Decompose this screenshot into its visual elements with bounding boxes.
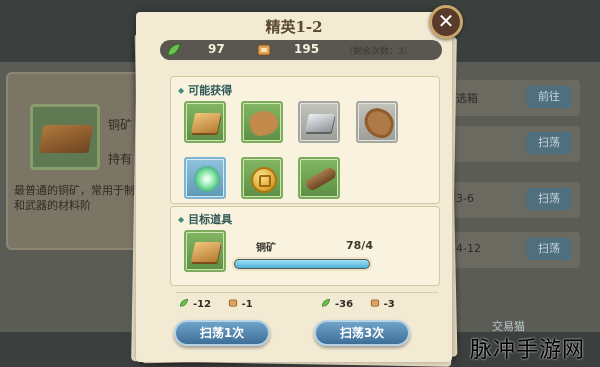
target-item-name: 铜矿 <box>256 243 276 254</box>
drop-slot-gold-coin[interactable] <box>241 157 283 199</box>
divider <box>176 292 438 293</box>
drop-slot-crystal-flower[interactable] <box>184 157 226 199</box>
close-icon[interactable]: ✕ <box>429 5 463 39</box>
stage-label: 3-6 <box>456 192 474 205</box>
sweep-once-button[interactable]: 扫荡1次 <box>174 320 270 346</box>
ticket-value: 195 <box>294 42 320 56</box>
scroll-ticket-icon <box>370 299 379 307</box>
target-progress-bar <box>232 257 372 271</box>
sweep-button[interactable]: 扫荡 <box>526 188 572 210</box>
target-progress-fill <box>235 260 369 268</box>
copper-ingot-icon <box>190 113 222 133</box>
scroll-ticket-icon <box>257 44 271 56</box>
copper-ingot-icon <box>190 242 222 262</box>
drop-slot-copper-ingot[interactable] <box>184 101 226 143</box>
green-leaf-icon <box>167 43 181 56</box>
background-item-name: 铜矿 <box>108 118 133 132</box>
background-item-tag: 持有 <box>108 152 133 166</box>
drop-slot-wood-log[interactable] <box>298 157 340 199</box>
background-stage-row: 选箱 前往 <box>450 80 580 116</box>
scroll-ticket-icon <box>228 299 237 307</box>
sweep-thrice-ticket-cost: -3 <box>383 299 395 310</box>
watermark-text: 脉冲手游网 <box>470 338 586 363</box>
goto-button[interactable]: 前往 <box>526 86 572 108</box>
sweep-thrice-cost: -36 -3 <box>320 298 395 310</box>
background-stage-row: 4-12 扫荡 <box>450 232 580 268</box>
sweep-once-ticket-cost: -1 <box>241 299 253 310</box>
green-leaf-icon <box>179 298 189 307</box>
drop-slot-animal-hide[interactable] <box>356 101 398 143</box>
stamina-value: 97 <box>208 42 225 56</box>
animal-hide-icon <box>360 104 398 142</box>
leather-icon <box>247 107 281 139</box>
sweep-once-cost: -12 -1 <box>178 298 253 310</box>
drop-slot-silver-ingot[interactable] <box>298 101 340 143</box>
stage-label: 选箱 <box>456 92 478 105</box>
possible-drops-header: 可能获得 <box>178 82 232 98</box>
target-item-header: 目标道具 <box>178 211 232 227</box>
target-item-slot[interactable] <box>184 230 226 272</box>
dialog-title: 精英1-2 <box>265 18 323 36</box>
silver-ingot-icon <box>305 114 335 132</box>
target-item-count: 78/4 <box>346 239 373 252</box>
wood-log-icon <box>304 165 338 193</box>
green-leaf-icon <box>321 298 331 307</box>
sweep-thrice-button[interactable]: 扫荡3次 <box>314 320 410 346</box>
background-copper-ingot-icon <box>30 104 100 170</box>
sweep-thrice-stamina-cost: -36 <box>335 299 354 310</box>
sweep-once-stamina-cost: -12 <box>193 299 212 310</box>
sweep-button[interactable]: 扫荡 <box>526 132 572 154</box>
drop-slot-leather[interactable] <box>241 101 283 143</box>
remaining-attempts: （剩余次数：3） <box>344 47 413 57</box>
background-stage-row: 3-6 扫荡 <box>450 182 580 218</box>
sweep-button[interactable]: 扫荡 <box>526 238 572 260</box>
stage-label: 4-12 <box>456 242 481 255</box>
crystal-flower-icon <box>194 166 220 192</box>
background-stage-row: 扫荡 <box>450 126 580 162</box>
gold-coin-icon <box>251 167 277 193</box>
background-stage-list: 选箱 前往 扫荡 3-6 扫荡 4-12 扫荡 <box>450 80 580 268</box>
